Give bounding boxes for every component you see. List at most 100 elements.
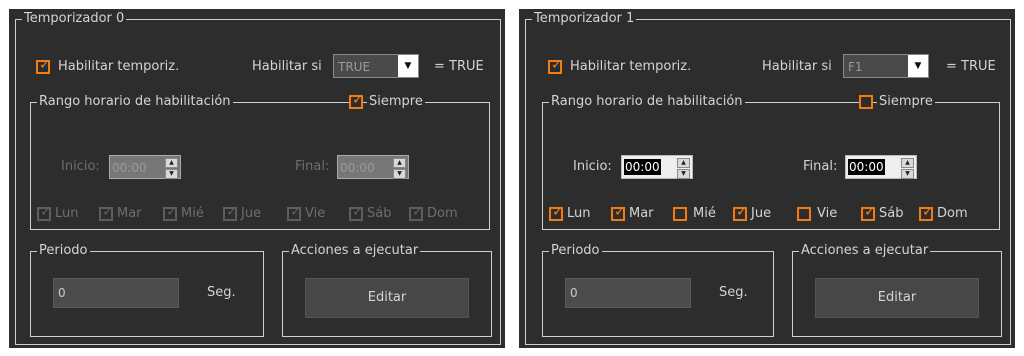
start-time-spinner[interactable]: ▲ ▼ bbox=[165, 158, 178, 179]
day-label-dom: Dom bbox=[427, 206, 458, 221]
enable-if-select[interactable]: F1 ▼ bbox=[843, 54, 929, 78]
actions-title: Acciones a ejecutar bbox=[799, 243, 931, 259]
actions-title: Acciones a ejecutar bbox=[289, 243, 421, 259]
end-time-input[interactable]: 00:00 ▲ ▼ bbox=[337, 155, 409, 179]
timer-panel-1: Temporizador 1 ✓ Habilitar temporiz. Hab… bbox=[519, 9, 1015, 348]
start-time-value: 00:00 bbox=[624, 159, 661, 175]
check-icon: ✓ bbox=[922, 204, 934, 220]
start-time-value: 00:00 bbox=[112, 161, 147, 175]
day-label-mar: Mar bbox=[117, 206, 142, 221]
day-checkbox-mar[interactable]: ✓ bbox=[99, 204, 114, 221]
enable-if-value: TRUE bbox=[338, 60, 371, 74]
check-icon: ✓ bbox=[102, 204, 114, 220]
spin-down-icon[interactable]: ▼ bbox=[393, 169, 406, 179]
day-label-sab: Sáb bbox=[367, 206, 392, 221]
end-time-spinner[interactable]: ▲ ▼ bbox=[901, 158, 914, 179]
day-label-dom: Dom bbox=[937, 206, 968, 221]
check-icon: ✓ bbox=[412, 204, 424, 220]
day-checkbox-jue[interactable]: ✓ bbox=[733, 204, 748, 221]
always-label: Siempre bbox=[367, 94, 425, 110]
day-checkbox-vie[interactable] bbox=[797, 207, 811, 221]
check-icon: ✓ bbox=[552, 204, 564, 220]
period-unit: Seg. bbox=[207, 285, 236, 300]
end-time-spinner[interactable]: ▲ ▼ bbox=[393, 158, 406, 179]
start-label: Inicio: bbox=[61, 159, 100, 174]
actions-group: Acciones a ejecutar Editar bbox=[792, 243, 1002, 337]
enable-if-label: Habilitar si bbox=[252, 59, 322, 74]
start-label: Inicio: bbox=[573, 159, 612, 174]
enable-timer-checkbox[interactable]: ✓ bbox=[36, 57, 51, 74]
day-checkbox-sab[interactable]: ✓ bbox=[349, 204, 364, 221]
enable-timer-label: Habilitar temporiz. bbox=[570, 59, 692, 74]
timer-title: Temporizador 0 bbox=[22, 11, 127, 27]
check-icon: ✓ bbox=[226, 204, 238, 220]
enable-if-value: F1 bbox=[848, 60, 863, 74]
edit-button[interactable]: Editar bbox=[305, 278, 469, 318]
check-icon: ✓ bbox=[352, 204, 364, 220]
day-label-lun: Lun bbox=[567, 206, 591, 221]
period-value: 0 bbox=[570, 286, 578, 300]
time-range-title: Rango horario de habilitación bbox=[549, 94, 745, 110]
day-checkbox-vie[interactable]: ✓ bbox=[287, 204, 302, 221]
spin-up-icon[interactable]: ▲ bbox=[393, 158, 406, 168]
chevron-down-icon[interactable]: ▼ bbox=[908, 55, 928, 77]
time-range-group: Rango horario de habilitación ✓ Siempre … bbox=[30, 92, 490, 230]
period-group: Periodo 0 Seg. bbox=[30, 243, 264, 337]
day-checkbox-lun[interactable]: ✓ bbox=[549, 204, 564, 221]
day-checkbox-lun[interactable]: ✓ bbox=[37, 204, 52, 221]
equals-true-label: = TRUE bbox=[946, 59, 996, 74]
chevron-down-icon[interactable]: ▼ bbox=[398, 55, 418, 77]
enable-timer-label: Habilitar temporiz. bbox=[58, 59, 180, 74]
period-title: Periodo bbox=[37, 243, 90, 259]
day-checkbox-mie[interactable]: ✓ bbox=[163, 204, 178, 221]
period-value: 0 bbox=[58, 286, 66, 300]
always-checkbox[interactable] bbox=[859, 95, 873, 109]
day-checkbox-mar[interactable]: ✓ bbox=[611, 204, 626, 221]
check-icon: ✓ bbox=[290, 204, 302, 220]
start-time-spinner[interactable]: ▲ ▼ bbox=[677, 158, 690, 179]
check-icon: ✓ bbox=[551, 57, 563, 73]
check-icon: ✓ bbox=[614, 204, 626, 220]
day-checkbox-jue[interactable]: ✓ bbox=[223, 204, 238, 221]
timer-title: Temporizador 1 bbox=[532, 11, 637, 27]
spin-up-icon[interactable]: ▲ bbox=[901, 158, 914, 168]
start-time-input[interactable]: 00:00 ▲ ▼ bbox=[109, 155, 181, 179]
check-icon: ✓ bbox=[736, 204, 748, 220]
enable-if-select[interactable]: TRUE ▼ bbox=[333, 54, 419, 78]
spin-down-icon[interactable]: ▼ bbox=[165, 169, 178, 179]
time-range-group: Rango horario de habilitación Siempre In… bbox=[542, 94, 1000, 230]
period-input[interactable]: 0 bbox=[565, 278, 691, 308]
day-checkbox-dom[interactable]: ✓ bbox=[919, 204, 934, 221]
always-checkbox[interactable]: ✓ bbox=[349, 92, 364, 109]
start-time-input[interactable]: 00:00 ▲ ▼ bbox=[621, 155, 693, 179]
day-label-mar: Mar bbox=[629, 206, 654, 221]
spin-up-icon[interactable]: ▲ bbox=[677, 158, 690, 168]
period-group: Periodo 0 Seg. bbox=[542, 243, 774, 337]
end-time-value: 00:00 bbox=[340, 161, 375, 175]
period-input[interactable]: 0 bbox=[53, 278, 179, 308]
end-time-input[interactable]: 00:00 ▲ ▼ bbox=[845, 155, 917, 179]
check-icon: ✓ bbox=[40, 204, 52, 220]
day-label-sab: Sáb bbox=[879, 206, 904, 221]
edit-button[interactable]: Editar bbox=[815, 278, 979, 318]
end-label: Final: bbox=[803, 159, 838, 174]
day-checkbox-dom[interactable]: ✓ bbox=[409, 204, 424, 221]
spin-down-icon[interactable]: ▼ bbox=[901, 169, 914, 179]
day-checkbox-mie[interactable] bbox=[673, 207, 687, 221]
timer-panel-0: Temporizador 0 ✓ Habilitar temporiz. Hab… bbox=[9, 9, 505, 348]
check-icon: ✓ bbox=[352, 92, 364, 108]
enable-timer-checkbox[interactable]: ✓ bbox=[548, 57, 563, 74]
spin-down-icon[interactable]: ▼ bbox=[677, 169, 690, 179]
day-checkbox-sab[interactable]: ✓ bbox=[861, 204, 876, 221]
day-label-mie: Mié bbox=[693, 206, 716, 221]
day-label-vie: Vie bbox=[817, 206, 838, 221]
timer-group-0: Temporizador 0 ✓ Habilitar temporiz. Hab… bbox=[15, 11, 501, 345]
day-label-jue: Jue bbox=[751, 206, 772, 221]
day-label-mie: Mié bbox=[181, 206, 204, 221]
day-label-jue: Jue bbox=[241, 206, 262, 221]
timer-group-1: Temporizador 1 ✓ Habilitar temporiz. Hab… bbox=[525, 11, 1011, 345]
end-label: Final: bbox=[295, 159, 330, 174]
spin-up-icon[interactable]: ▲ bbox=[165, 158, 178, 168]
day-label-lun: Lun bbox=[55, 206, 79, 221]
actions-group: Acciones a ejecutar Editar bbox=[282, 243, 492, 337]
